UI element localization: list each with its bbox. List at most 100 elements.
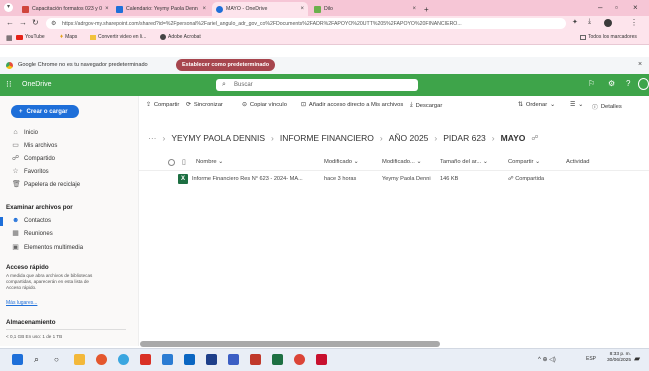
breadcrumb-ellipsis[interactable]: ··· — [148, 133, 157, 143]
breadcrumb-item[interactable]: YEYMY PAOLA DENNIS — [171, 133, 265, 143]
gear-icon[interactable]: ⚙ — [608, 79, 615, 88]
bookmark-label: YouTube — [25, 34, 45, 40]
chrome-icon — [6, 62, 13, 69]
account-avatar[interactable] — [638, 78, 649, 90]
column-compartir[interactable]: Compartir ⌄ — [508, 159, 540, 165]
profile-avatar[interactable] — [604, 19, 612, 27]
search-icon[interactable]: ⌕ — [34, 354, 45, 365]
details-command[interactable]: ⓘ Detalles — [592, 102, 622, 112]
outlook-icon[interactable] — [184, 354, 195, 365]
premium-icon[interactable]: ⚐ — [588, 79, 595, 88]
sidebar-item-label: Inicio — [24, 129, 39, 136]
maximize-icon[interactable]: ▫ — [615, 3, 618, 12]
minimize-icon[interactable]: – — [598, 3, 602, 12]
copy-link-command[interactable]: ⊝ Copiar vínculo — [242, 102, 287, 108]
create-upload-button[interactable]: + Crear o cargar — [11, 105, 79, 118]
tab-favicon-icon — [314, 5, 321, 13]
acrobat-icon[interactable] — [316, 354, 327, 365]
select-all-checkbox[interactable] — [168, 159, 175, 166]
app-icon[interactable] — [96, 354, 107, 365]
sort-command[interactable]: ⇅ Ordenar ⌄ — [518, 102, 555, 108]
teams-icon[interactable] — [228, 354, 239, 365]
breadcrumb-item[interactable]: AÑO 2025 — [389, 133, 429, 143]
share-command[interactable]: ⇪ Compartir — [146, 102, 179, 108]
horizontal-scrollbar[interactable] — [140, 341, 440, 347]
bookmark-maps[interactable]: ♦ Maps — [60, 34, 77, 40]
storage-text[interactable]: < 0,1 GB En uso: 1 de 1 TB — [6, 334, 62, 339]
download-icon[interactable]: ⤓ — [588, 18, 591, 26]
apps-icon[interactable]: ▦ — [6, 34, 13, 42]
sync-command[interactable]: ⟳ Sincronizar — [186, 102, 223, 108]
back-icon[interactable]: ← — [6, 18, 14, 27]
bookmark-convertir[interactable]: Convertir video en li... — [90, 34, 146, 40]
view-options[interactable]: ☰ ⌄ — [570, 102, 583, 108]
more-places-link[interactable]: Más lugares... — [6, 300, 37, 306]
address-bar[interactable]: ⚙ https://adrgov-my.sharepoint.com/share… — [46, 18, 566, 29]
column-nombre[interactable]: Nombre ⌄ — [196, 159, 223, 165]
calendar-app-icon[interactable] — [206, 354, 217, 365]
download-command[interactable]: ⤓ Descargar — [410, 102, 442, 109]
tab-search-icon[interactable]: ▾ — [4, 3, 13, 12]
breadcrumb-item[interactable]: INFORME FINANCIERO — [280, 133, 374, 143]
browser-tab-capacitacion[interactable]: Capacitación formatos 023 y 0 × — [18, 2, 110, 16]
taskbar-clock[interactable]: 8:33 p. m. 30/06/2025 — [607, 352, 631, 364]
edge-icon[interactable] — [118, 354, 129, 365]
set-default-button[interactable]: Establecer como predeterminado — [176, 59, 276, 71]
file-name[interactable]: Informe Financiero Res N° 623 - 2024- MA… — [192, 176, 303, 182]
sidebar-item-contactos[interactable]: ☻ Contactos — [12, 217, 51, 224]
language-indicator[interactable]: ESP — [586, 356, 596, 362]
close-icon[interactable]: × — [412, 6, 416, 12]
download-icon: ⤓ — [410, 102, 413, 108]
new-tab-button[interactable]: + — [422, 2, 436, 16]
file-explorer-icon[interactable] — [74, 354, 85, 365]
bookmark-label: Convertir video en li... — [98, 34, 147, 40]
search-input[interactable]: ⌕ Buscar — [216, 79, 418, 91]
bookmark-youtube[interactable]: YouTube — [16, 34, 45, 40]
task-view-icon[interactable]: ○ — [54, 354, 65, 365]
help-icon[interactable]: ? — [626, 79, 630, 88]
sidebar-item-favoritos[interactable]: ☆ Favoritos — [12, 168, 48, 175]
office-icon[interactable] — [140, 354, 151, 365]
system-tray-icons[interactable]: ^ ⊕ ◁) — [538, 356, 556, 363]
sidebar-item-inicio[interactable]: ⌂ Inicio — [12, 129, 38, 136]
site-info-icon[interactable]: ⚙ — [51, 20, 56, 27]
sidebar-item-reuniones[interactable]: ▦ Reuniones — [12, 230, 53, 237]
forward-icon[interactable]: → — [19, 18, 27, 27]
column-tamano[interactable]: Tamaño del ar... ⌄ — [440, 159, 488, 165]
all-bookmarks[interactable]: Todos los marcadores — [580, 34, 637, 40]
notification-icon[interactable]: ▰ — [634, 354, 640, 363]
word-icon[interactable] — [162, 354, 173, 365]
bookmark-adobe[interactable]: Adobe Acrobat — [160, 34, 201, 40]
breadcrumb-item[interactable]: PIDAR 623 — [443, 133, 486, 143]
column-modificado[interactable]: Modificado ⌄ — [324, 159, 359, 165]
close-icon[interactable]: × — [638, 61, 642, 68]
table-row[interactable]: X Informe Financiero Res N° 623 - 2024- … — [138, 172, 649, 187]
sidebar-item-multimedia[interactable]: ▣ Elementos multimedia — [12, 244, 83, 251]
app-name[interactable]: OneDrive — [22, 81, 52, 88]
close-icon[interactable]: × — [105, 6, 109, 12]
browser-tab-mayo-onedrive[interactable]: MAYO - OneDrive × — [212, 2, 308, 16]
app-launcher-icon[interactable]: ⁝⁝ — [6, 79, 12, 90]
file-list-header: ▯ Nombre ⌄ Modificado ⌄ Modificado... ⌄ … — [138, 156, 649, 171]
menu-icon[interactable]: ⋮ — [630, 18, 638, 27]
sidebar-item-compartido[interactable]: ☍ Compartido — [12, 155, 55, 162]
reload-icon[interactable]: ↻ — [32, 18, 39, 27]
close-icon[interactable]: × — [300, 6, 304, 12]
sidebar-item-papelera[interactable]: 🗑︎ Papelera de reciclaje — [12, 181, 80, 188]
window-close-icon[interactable]: × — [633, 3, 638, 12]
column-modificado-por[interactable]: Modificado... ⌄ — [382, 159, 421, 165]
browser-tab-dilo[interactable]: Dilo × — [310, 2, 420, 16]
powerpoint-icon[interactable] — [250, 354, 261, 365]
column-label: Modificado... — [382, 159, 415, 165]
extensions-icon[interactable]: ✦ — [572, 18, 578, 26]
add-shortcut-command[interactable]: ⊡ Añadir acceso directo a Mis archivos — [301, 102, 403, 108]
close-icon[interactable]: × — [202, 6, 206, 12]
excel-icon[interactable] — [272, 354, 283, 365]
browser-tab-calendario[interactable]: Calendario: Yeymy Paola Denn × — [112, 2, 210, 16]
column-actividad[interactable]: Actividad — [566, 159, 590, 165]
windows-start-icon[interactable] — [12, 354, 23, 365]
file-modified-by[interactable]: Yeymy Paola Denni — [382, 176, 431, 182]
chrome-icon[interactable] — [294, 354, 305, 365]
share-label: Compartir — [153, 102, 180, 108]
sidebar-item-mis-archivos[interactable]: ▭ Mis archivos — [12, 142, 57, 149]
